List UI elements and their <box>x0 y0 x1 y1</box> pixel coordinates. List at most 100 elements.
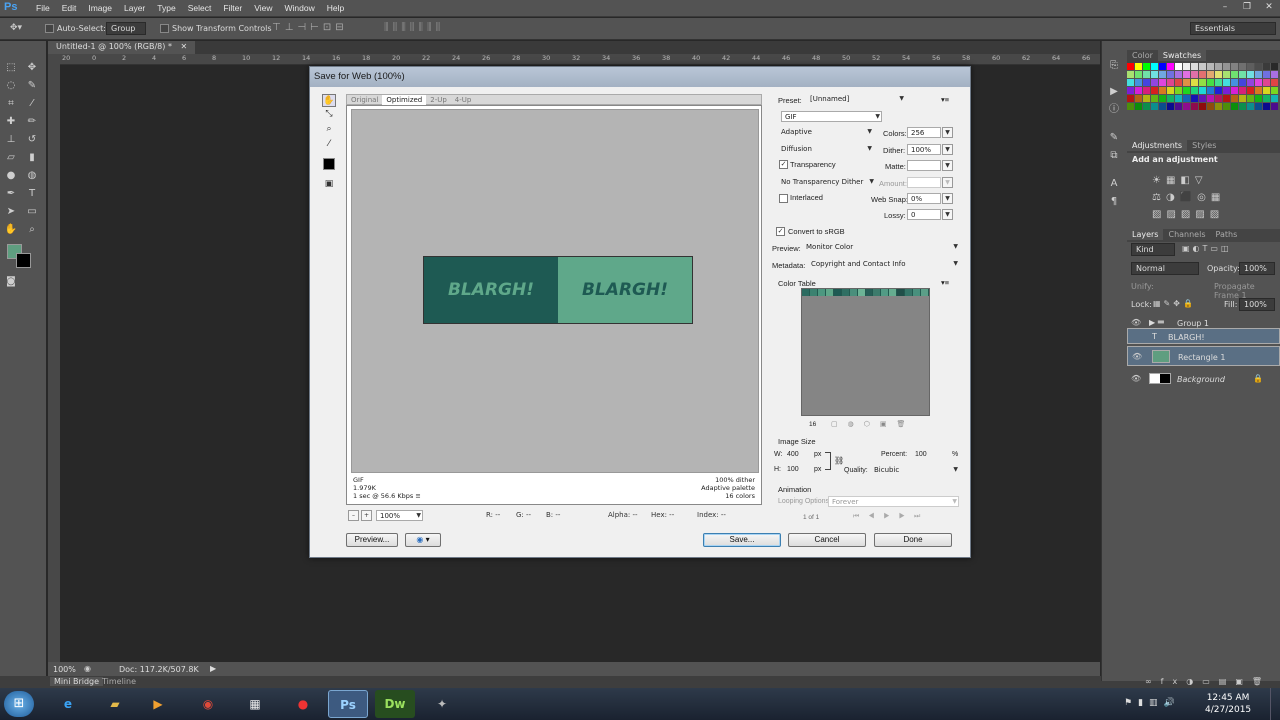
swatch[interactable] <box>1135 71 1142 78</box>
swatch[interactable] <box>1135 103 1142 110</box>
swatch[interactable] <box>1255 95 1262 102</box>
lossy-dropdown-arrow[interactable]: ▼ <box>942 209 953 220</box>
swatch[interactable] <box>1239 95 1246 102</box>
tab-swatches[interactable]: Swatches <box>1157 50 1207 61</box>
swatch[interactable] <box>1231 71 1238 78</box>
color-table-swatch[interactable] <box>817 289 826 296</box>
tab-2-up[interactable]: 2-Up <box>426 95 451 105</box>
format-select[interactable]: GIF ▼ <box>781 111 882 122</box>
swatch[interactable] <box>1199 87 1206 94</box>
menu-image[interactable]: Image <box>82 3 118 13</box>
swatch[interactable] <box>1183 63 1190 70</box>
swatch[interactable] <box>1135 95 1142 102</box>
lossy-input[interactable]: 0 <box>907 209 941 220</box>
swatch[interactable] <box>1247 87 1254 94</box>
matte-dropdown-arrow[interactable]: ▼ <box>942 160 953 171</box>
dodge-tool-icon[interactable]: ◍ <box>25 169 39 183</box>
chrome-icon[interactable]: ◉ <box>188 690 228 718</box>
tab-paths[interactable]: Paths <box>1211 229 1243 240</box>
swatch[interactable] <box>1191 79 1198 86</box>
video-editor-icon[interactable]: ▦ <box>235 690 275 718</box>
swatch[interactable] <box>1263 95 1270 102</box>
history-brush-icon[interactable]: ↺ <box>25 133 39 147</box>
swatch[interactable] <box>1263 63 1270 70</box>
status-menu-arrow-icon[interactable]: ▶ <box>210 664 216 673</box>
layers-footer-icons[interactable]: ∞fx◑▭▤▣🗑 <box>1145 677 1271 686</box>
link-proportions-icon[interactable]: ⛓ <box>834 456 844 465</box>
swatch[interactable] <box>1175 87 1182 94</box>
width-input[interactable]: 400 <box>787 451 799 458</box>
close-icon[interactable]: ✕ <box>1258 0 1280 14</box>
tab-4-up[interactable]: 4-Up <box>451 95 476 105</box>
swatch[interactable] <box>1199 95 1206 102</box>
browser-preview-button[interactable]: ◉ ▾ <box>405 533 441 547</box>
menu-type[interactable]: Type <box>151 3 181 13</box>
swatch[interactable] <box>1231 79 1238 86</box>
tab-original[interactable]: Original <box>347 95 382 105</box>
swatch[interactable] <box>1159 63 1166 70</box>
colors-input[interactable]: 256 <box>907 127 941 138</box>
visibility-eye-icon[interactable]: 👁 <box>1132 352 1142 362</box>
swatch[interactable] <box>1247 95 1254 102</box>
color-table-swatch[interactable] <box>825 289 834 296</box>
swatch[interactable] <box>1159 79 1166 86</box>
menu-edit[interactable]: Edit <box>56 3 83 13</box>
swatch[interactable] <box>1215 63 1222 70</box>
slice-select-icon[interactable]: ⤡ <box>322 108 336 121</box>
swatch[interactable] <box>1223 103 1230 110</box>
visibility-eye-icon[interactable]: 👁 <box>1131 318 1141 327</box>
swatch[interactable] <box>1239 87 1246 94</box>
color-table-menu-icon[interactable]: ▾≡ <box>941 278 949 287</box>
swatch[interactable] <box>1175 79 1182 86</box>
swatch[interactable] <box>1127 79 1134 86</box>
swatch[interactable] <box>1215 79 1222 86</box>
quick-mask-icon[interactable]: ◙ <box>4 275 18 289</box>
tab-styles[interactable]: Styles <box>1187 140 1221 151</box>
color-table-swatch[interactable] <box>865 289 874 296</box>
background-color-swatch[interactable] <box>16 253 31 268</box>
swatch[interactable] <box>1207 71 1214 78</box>
swatch[interactable] <box>1271 87 1278 94</box>
eyedropper-color-swatch[interactable] <box>323 158 335 170</box>
photoshop-taskbar-icon[interactable]: Ps <box>328 690 368 718</box>
swatch[interactable] <box>1263 103 1270 110</box>
quality-select[interactable]: Bicubic ▼ <box>871 465 959 476</box>
percent-input[interactable]: 100 <box>915 451 927 458</box>
layer-filter-icons[interactable]: ▣◐T▭◫ <box>1182 244 1232 253</box>
gradient-tool-icon[interactable]: ▮ <box>25 151 39 165</box>
color-table-swatch[interactable] <box>809 289 818 296</box>
swatch[interactable] <box>1223 79 1230 86</box>
close-tab-icon[interactable]: ✕ <box>180 42 187 51</box>
swatch[interactable] <box>1223 87 1230 94</box>
swatch[interactable] <box>1151 95 1158 102</box>
speed-menu-icon[interactable]: ≡ <box>415 492 420 500</box>
swatch[interactable] <box>1255 63 1262 70</box>
swatch[interactable] <box>1167 95 1174 102</box>
history-icon[interactable]: ⎘ <box>1107 59 1121 73</box>
swatch[interactable] <box>1191 95 1198 102</box>
minimize-icon[interactable]: – <box>1214 0 1236 14</box>
swatch[interactable] <box>1159 71 1166 78</box>
preview-button[interactable]: Preview... <box>346 533 398 547</box>
expand-arrow-icon[interactable]: ▶ <box>1149 318 1155 327</box>
websnap-dropdown-arrow[interactable]: ▼ <box>942 193 953 204</box>
file-explorer-icon[interactable]: ▰ <box>95 690 135 718</box>
swatch[interactable] <box>1183 79 1190 86</box>
swatch[interactable] <box>1223 71 1230 78</box>
auto-select-dropdown[interactable]: Group <box>106 22 146 35</box>
menu-help[interactable]: Help <box>321 3 350 13</box>
tab-optimized[interactable]: Optimized <box>382 95 427 105</box>
save-button[interactable]: Save... <box>703 533 781 547</box>
optimize-menu-icon[interactable]: ▾≡ <box>941 95 949 104</box>
swatch[interactable] <box>1143 87 1150 94</box>
dither-dropdown-arrow[interactable]: ▼ <box>942 144 953 155</box>
websnap-input[interactable]: 0% <box>907 193 941 204</box>
swatch[interactable] <box>1183 87 1190 94</box>
workspace-dropdown[interactable]: Essentials <box>1190 22 1276 35</box>
swatch[interactable] <box>1191 103 1198 110</box>
path-select-icon[interactable]: ➤ <box>4 205 18 219</box>
paragraph-icon[interactable]: ¶ <box>1107 195 1121 209</box>
done-button[interactable]: Done <box>874 533 952 547</box>
swatch[interactable] <box>1271 63 1278 70</box>
swatch[interactable] <box>1271 95 1278 102</box>
